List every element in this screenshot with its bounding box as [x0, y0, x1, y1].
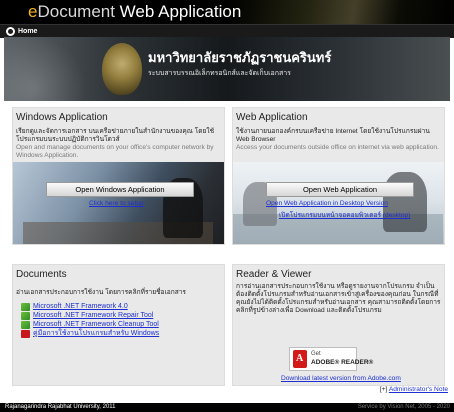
dotnet-icon	[21, 320, 30, 329]
list-item[interactable]: Microsoft .NET Framework 4.0	[21, 302, 159, 311]
panel-title: Documents	[16, 269, 67, 280]
dotnet-icon	[21, 311, 30, 320]
photo-person	[383, 172, 427, 232]
setup-link[interactable]: Click here to setup	[89, 200, 144, 207]
documents-panel: Documents อ่านเอกสารประกอบการใช้งาน โดยก…	[12, 264, 225, 386]
panel-title: Windows Application	[16, 112, 108, 123]
home-link[interactable]: Home	[6, 26, 37, 37]
admin-note-bracket: [+]	[379, 386, 388, 393]
panel-description: เรียกดูและจัดการเอกสาร บนเครือข่ายภายในส…	[16, 128, 221, 160]
admin-note: [+] Administrator's Note	[380, 386, 448, 393]
footer-copyright: Rajanagarindra Rajabhat University, 2011	[5, 404, 116, 410]
home-label: Home	[18, 28, 38, 35]
app-brand: eDocument Web Application	[28, 3, 241, 21]
windows-application-panel: Windows Application เรียกดูและจัดการเอกส…	[12, 107, 225, 245]
document-link: Microsoft .NET Framework Repair Tool	[33, 312, 154, 319]
university-crest-icon	[102, 43, 142, 95]
nav-bar: Home	[0, 24, 454, 38]
footer: Rajanagarindra Rajabhat University, 2011…	[0, 403, 454, 412]
university-banner: มหาวิทยาลัยราชภัฏราชนครินทร์ ระบบสารบรรณ…	[4, 37, 450, 101]
reader-viewer-panel: Reader & Viewer การอ่านเอกสารประกอบการใช…	[232, 264, 445, 386]
adobe-logo-icon	[293, 350, 307, 368]
adobe-download-link[interactable]: Download latest version from Adobe.com	[281, 375, 401, 382]
open-web-application-button[interactable]: Open Web Application	[266, 182, 414, 197]
description-english: Access your documents outside office on …	[236, 144, 439, 151]
panel-title: Web Application	[236, 112, 308, 123]
panel-description: ใช้งานภายนอกองค์กรบนเครือข่าย Internet โ…	[236, 128, 441, 152]
web-application-panel: Web Application ใช้งานภายนอกองค์กรบนเครื…	[232, 107, 445, 245]
panel-description: อ่านเอกสารประกอบการใช้งาน โดยการคลิกที่ร…	[16, 289, 186, 296]
system-name: ระบบสารบรรณอิเล็กทรอนิกส์และจัดเก็บเอกสา…	[148, 70, 291, 77]
list-item[interactable]: Microsoft .NET Framework Repair Tool	[21, 311, 159, 320]
header-decoration	[230, 0, 454, 24]
document-link: คู่มือการใช้งานโปรแกรมสำหรับ Windows	[33, 330, 160, 337]
footer-service: Service by Vision Net, 2005 - 2020	[357, 404, 450, 410]
description-english: Open and manage documents on your office…	[16, 144, 214, 159]
list-item[interactable]: คู่มือการใช้งานโปรแกรมสำหรับ Windows	[21, 329, 159, 338]
description-thai: ใช้งานภายนอกองค์กรบนเครือข่าย Internet โ…	[236, 128, 430, 143]
adobe-reader-label: ADOBE® READER®	[311, 359, 374, 366]
panel-description: การอ่านเอกสารประกอบการใช้งาน หรือดูรายงา…	[236, 283, 441, 314]
panel-title: Reader & Viewer	[236, 269, 312, 280]
admin-note-link[interactable]: Administrator's Note	[389, 386, 448, 393]
document-link: Microsoft .NET Framework 4.0	[33, 303, 128, 310]
pdf-icon	[21, 329, 30, 338]
desktop-version-link-thai[interactable]: เปิดโปรแกรมบนหน้าจอคอมพิวเตอร์ (desktop)	[279, 209, 410, 220]
university-name: มหาวิทยาลัยราชภัฏราชนครินทร์	[148, 50, 332, 65]
banner-decoration	[4, 37, 104, 101]
brand-web-application: Web Application	[114, 2, 242, 21]
home-icon	[6, 27, 15, 36]
document-link: Microsoft .NET Framework Cleanup Tool	[33, 321, 159, 328]
get-adobe-reader-button[interactable]: Get ADOBE® READER®	[289, 347, 373, 371]
open-windows-application-button[interactable]: Open Windows Application	[46, 182, 194, 197]
description-thai: เรียกดูและจัดการเอกสาร บนเครือข่ายภายในส…	[16, 128, 215, 143]
adobe-get-label: Get	[311, 351, 321, 357]
dotnet-icon	[21, 302, 30, 311]
brand-document: Document	[37, 2, 115, 21]
desktop-version-link[interactable]: Open Web Application in Desktop Version	[266, 200, 388, 207]
documents-list: Microsoft .NET Framework 4.0 Microsoft .…	[21, 302, 159, 338]
top-bar: eDocument Web Application	[0, 0, 454, 24]
